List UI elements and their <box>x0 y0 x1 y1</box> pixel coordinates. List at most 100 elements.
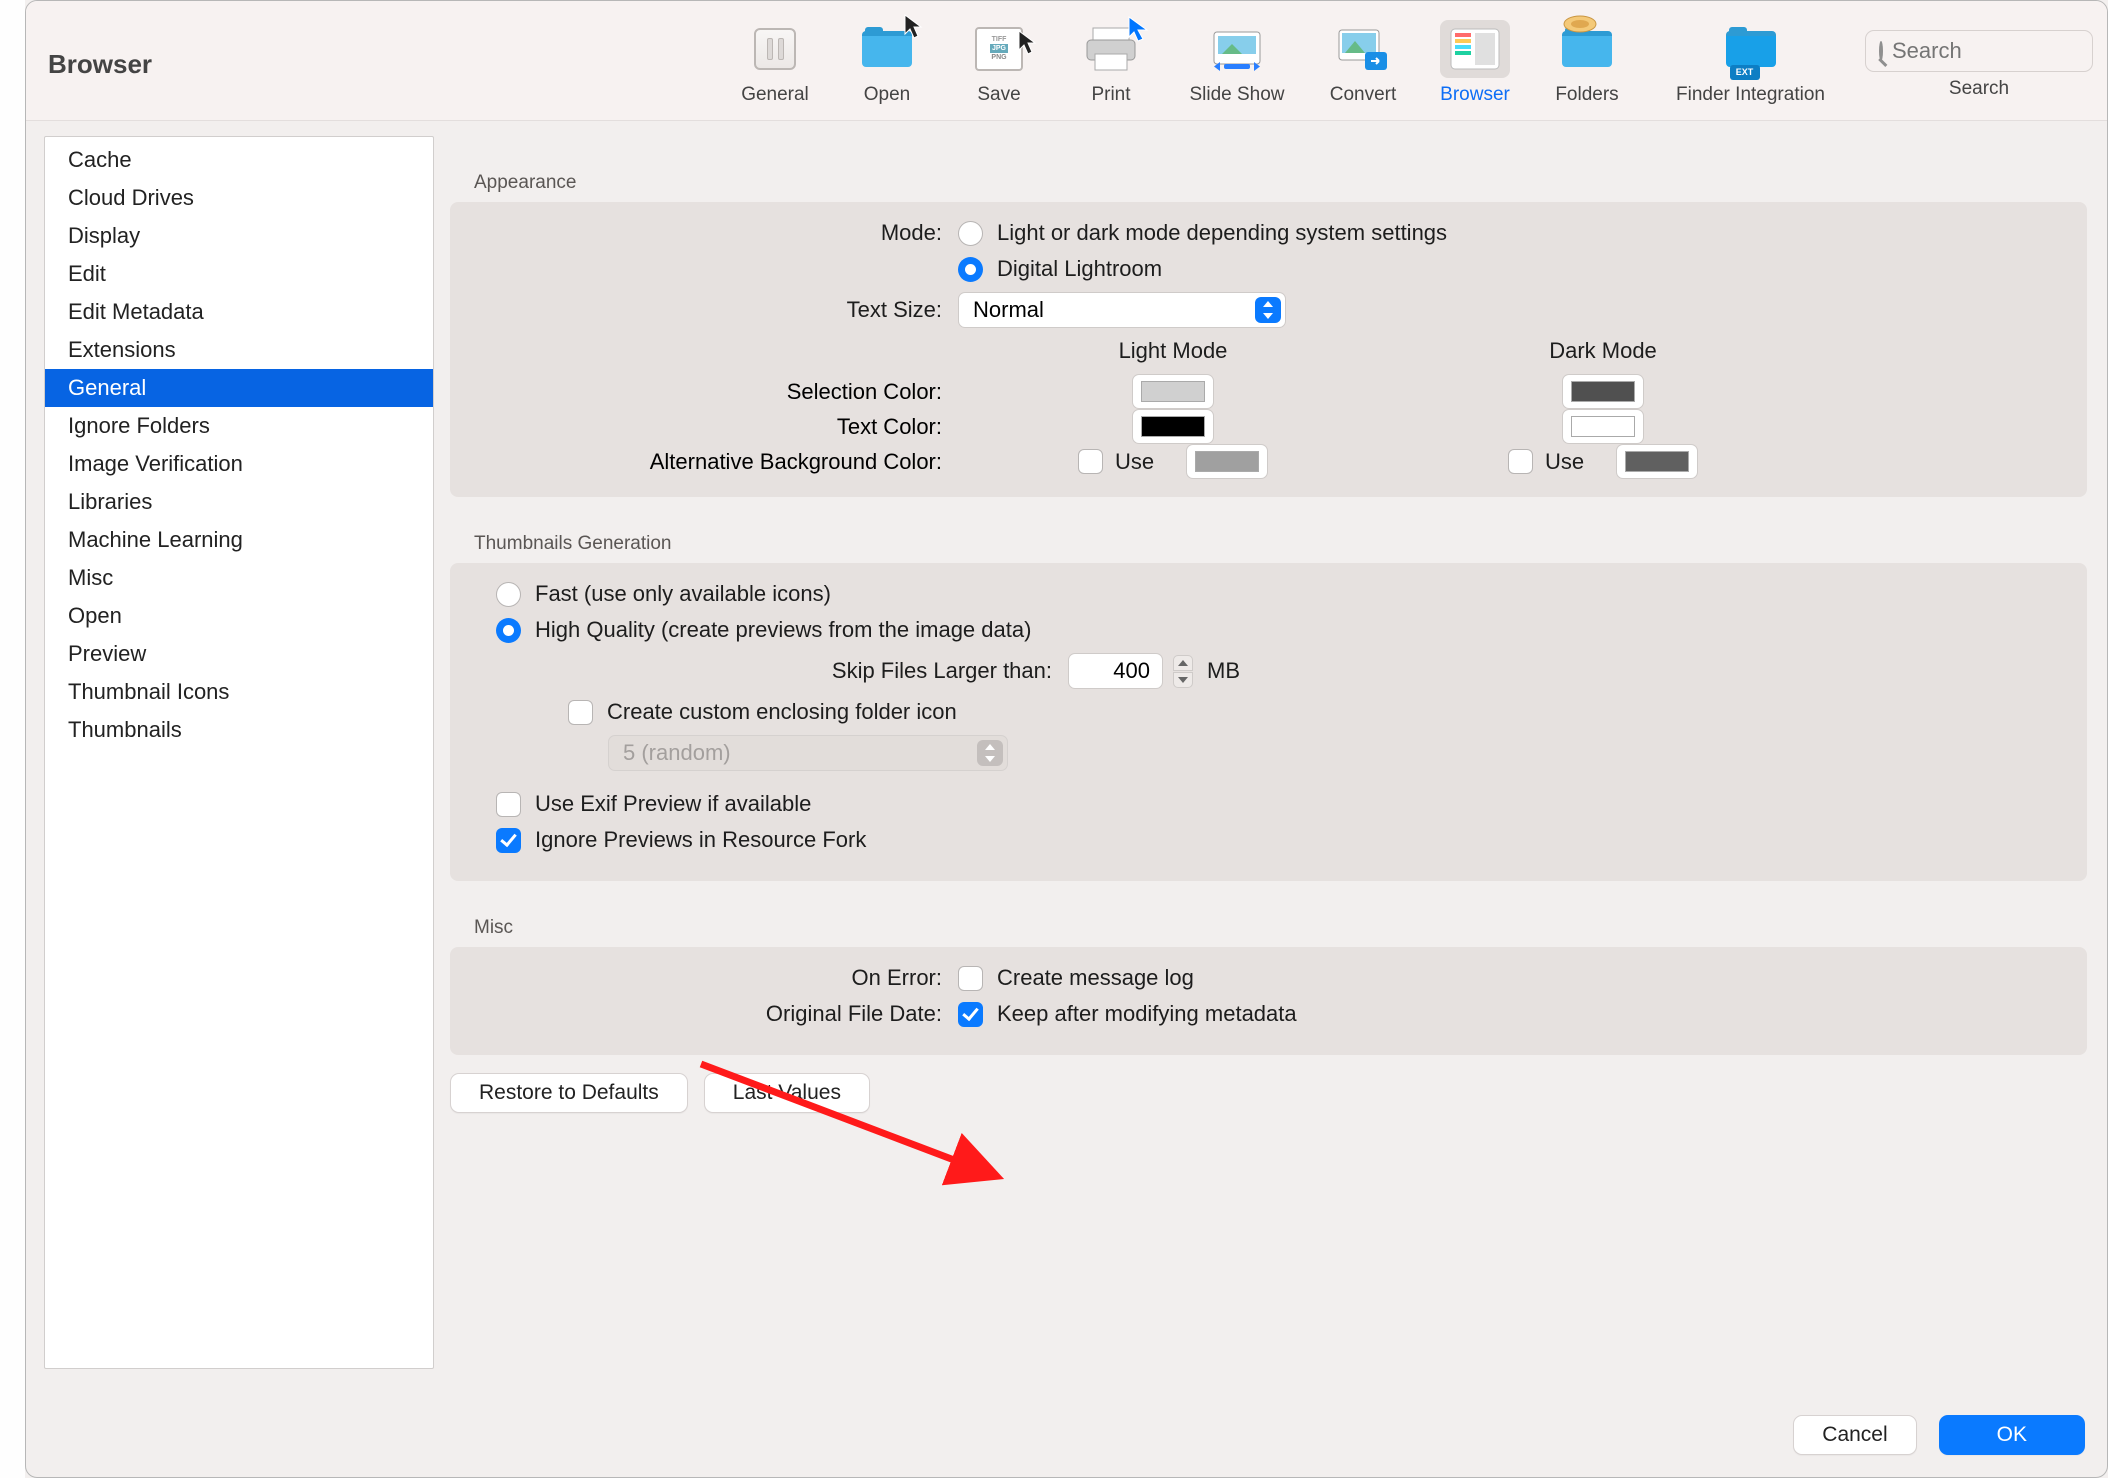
sidebar-item-cloud-drives[interactable]: Cloud Drives <box>45 179 433 217</box>
custom-icon-label: Create custom enclosing folder icon <box>607 699 957 725</box>
sidebar-item-ignore-folders[interactable]: Ignore Folders <box>45 407 433 445</box>
sidebar-item-misc[interactable]: Misc <box>45 559 433 597</box>
custom-icon-checkbox[interactable] <box>568 700 593 725</box>
selection-color-light[interactable] <box>1132 374 1214 409</box>
onerror-opt-label: Create message log <box>997 965 1194 991</box>
sidebar-item-edit-metadata[interactable]: Edit Metadata <box>45 293 433 331</box>
altbg-use-dark-label: Use <box>1545 449 1584 475</box>
sidebar-item-thumbnail-icons[interactable]: Thumbnail Icons <box>45 673 433 711</box>
appearance-box: Mode: Light or dark mode depending syste… <box>450 202 2087 497</box>
exif-preview-label: Use Exif Preview if available <box>535 791 811 817</box>
toolbar-item-open[interactable]: Open <box>836 20 938 110</box>
toolbar-item-label: Open <box>864 84 910 106</box>
bottom-buttons: Restore to Defaults Last Values <box>450 1073 2087 1113</box>
slideshow-icon <box>1202 20 1272 78</box>
browser-icon <box>1440 20 1510 78</box>
exif-preview-checkbox[interactable] <box>496 792 521 817</box>
section-title-thumbs: Thumbnails Generation <box>474 533 2087 555</box>
darkmode-header: Dark Mode <box>1388 338 1818 374</box>
mode-radio-system-label: Light or dark mode depending system sett… <box>997 220 1447 246</box>
misc-box: On Error: Create message log Original Fi… <box>450 947 2087 1055</box>
sidebar-item-extensions[interactable]: Extensions <box>45 331 433 369</box>
save-icon: TIFFJPGPNG <box>964 20 1034 78</box>
section-title-misc: Misc <box>474 917 2087 939</box>
window-title: Browser <box>48 49 152 80</box>
toolbar-item-general[interactable]: General <box>724 20 826 110</box>
ok-button[interactable]: OK <box>1939 1415 2085 1455</box>
sidebar-item-libraries[interactable]: Libraries <box>45 483 433 521</box>
sidebar-item-display[interactable]: Display <box>45 217 433 255</box>
toolbar: Browser General Open TIFFJPGPNG Save Print Sl… <box>26 1 2107 121</box>
lightmode-header: Light Mode <box>958 338 1388 374</box>
mode-radio-system[interactable] <box>958 221 983 246</box>
ignore-rsrc-checkbox[interactable] <box>496 828 521 853</box>
textsize-select-value: Normal <box>973 297 1044 323</box>
thumbs-radio-hq[interactable] <box>496 618 521 643</box>
stepper-down-icon[interactable] <box>1173 672 1193 688</box>
footer-buttons: Cancel OK <box>1793 1415 2085 1455</box>
textsize-select[interactable]: Normal <box>958 292 1286 328</box>
toolbar-item-label: Finder Integration <box>1676 84 1825 106</box>
toolbar-item-label: Folders <box>1555 84 1618 106</box>
origdate-checkbox[interactable] <box>958 1002 983 1027</box>
thumbs-radio-fast[interactable] <box>496 582 521 607</box>
toolbar-item-browser[interactable]: Browser <box>1424 20 1526 110</box>
toolbar-item-label: Save <box>977 84 1020 106</box>
toolbar-item-slideshow[interactable]: Slide Show <box>1172 20 1302 110</box>
onerror-checkbox[interactable] <box>958 966 983 991</box>
toolbar-item-label: Slide Show <box>1189 84 1284 106</box>
altbg-color-label: Alternative Background Color: <box>468 449 958 475</box>
ignore-rsrc-label: Ignore Previews in Resource Fork <box>535 827 866 853</box>
altbg-use-light-checkbox[interactable] <box>1078 449 1103 474</box>
main-content: CacheCloud DrivesDisplayEditEdit Metadat… <box>26 121 2107 1477</box>
selection-color-label: Selection Color: <box>468 379 958 405</box>
skip-label: Skip Files Larger than: <box>468 658 1068 684</box>
sidebar-item-cache[interactable]: Cache <box>45 141 433 179</box>
toolbar-item-convert[interactable]: Convert <box>1312 20 1414 110</box>
cancel-button[interactable]: Cancel <box>1793 1415 1916 1455</box>
selection-color-dark[interactable] <box>1562 374 1644 409</box>
last-values-button[interactable]: Last Values <box>704 1073 870 1113</box>
mode-label: Mode: <box>468 220 958 246</box>
skip-unit-label: MB <box>1207 658 1240 684</box>
sidebar-item-thumbnails[interactable]: Thumbnails <box>45 711 433 749</box>
onerror-label: On Error: <box>468 965 958 991</box>
search-input[interactable] <box>1892 38 2108 64</box>
skip-value-input[interactable] <box>1068 653 1163 689</box>
toolbar-item-label: Convert <box>1330 84 1397 106</box>
textsize-label: Text Size: <box>468 297 958 323</box>
altbg-use-dark-checkbox[interactable] <box>1508 449 1533 474</box>
search-icon <box>1879 41 1883 61</box>
toolbar-items: General Open TIFFJPGPNG Save Print Slide Show… <box>724 20 1853 110</box>
sidebar-item-machine-learning[interactable]: Machine Learning <box>45 521 433 559</box>
sidebar-item-edit[interactable]: Edit <box>45 255 433 293</box>
print-icon <box>1076 20 1146 78</box>
mode-radio-lightroom-label: Digital Lightroom <box>997 256 1162 282</box>
folders-icon <box>1552 20 1622 78</box>
stepper-up-icon[interactable] <box>1173 655 1193 671</box>
custom-icon-select-value: 5 (random) <box>623 740 731 766</box>
sidebar-item-open[interactable]: Open <box>45 597 433 635</box>
toolbar-item-folders[interactable]: Folders <box>1536 20 1638 110</box>
text-color-label: Text Color: <box>468 414 958 440</box>
settings-content: Appearance Mode: Light or dark mode depe… <box>450 136 2087 1369</box>
open-icon <box>852 20 922 78</box>
toolbar-item-print[interactable]: Print <box>1060 20 1162 110</box>
toolbar-item-finder[interactable]: EXTFinder Integration <box>1648 20 1853 110</box>
altbg-color-dark[interactable] <box>1616 444 1698 479</box>
origdate-opt-label: Keep after modifying metadata <box>997 1001 1297 1027</box>
custom-icon-select: 5 (random) <box>608 735 1008 771</box>
altbg-color-light[interactable] <box>1186 444 1268 479</box>
sidebar-item-general[interactable]: General <box>45 369 433 407</box>
text-color-dark[interactable] <box>1562 409 1644 444</box>
toolbar-item-label: General <box>741 84 809 106</box>
altbg-use-light-label: Use <box>1115 449 1154 475</box>
text-color-light[interactable] <box>1132 409 1214 444</box>
mode-radio-lightroom[interactable] <box>958 257 983 282</box>
sidebar-item-preview[interactable]: Preview <box>45 635 433 673</box>
search-field[interactable] <box>1865 30 2093 72</box>
thumbs-box: Fast (use only available icons) High Qua… <box>450 563 2087 881</box>
restore-defaults-button[interactable]: Restore to Defaults <box>450 1073 688 1113</box>
toolbar-item-save[interactable]: TIFFJPGPNG Save <box>948 20 1050 110</box>
sidebar-item-image-verification[interactable]: Image Verification <box>45 445 433 483</box>
